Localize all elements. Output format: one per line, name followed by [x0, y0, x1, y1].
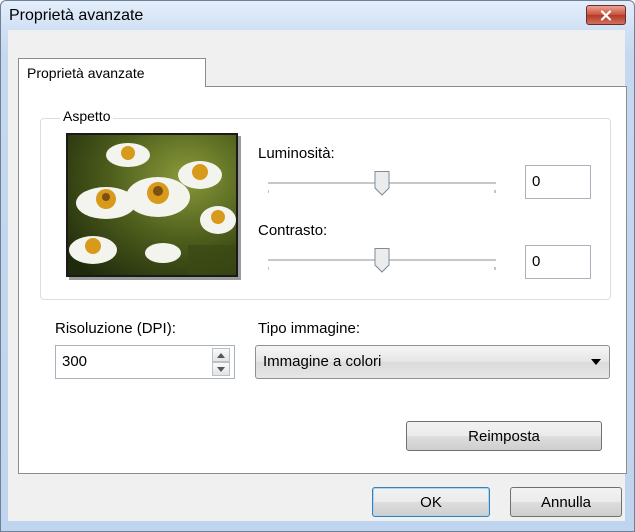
brightness-slider-thumb[interactable]: [374, 170, 390, 196]
resolution-spin-up-button[interactable]: [212, 348, 230, 362]
chevron-down-icon: [591, 359, 601, 365]
resolution-label: Risoluzione (DPI):: [55, 320, 176, 337]
arrow-up-icon: [217, 352, 225, 358]
contrast-slider-thumb[interactable]: [374, 247, 390, 273]
cancel-button[interactable]: Annulla: [510, 487, 622, 517]
tab-advanced-properties[interactable]: Proprietà avanzate: [18, 58, 206, 87]
tab-label: Proprietà avanzate: [27, 65, 145, 81]
contrast-value: 0: [532, 253, 541, 270]
resolution-spin-down-button[interactable]: [212, 362, 230, 376]
arrow-down-icon: [217, 366, 225, 372]
window-title: Proprietà avanzate: [9, 7, 144, 24]
appearance-group-label: Aspetto: [60, 108, 114, 124]
title-bar[interactable]: Proprietà avanzate: [1, 1, 634, 29]
brightness-label: Luminosità:: [258, 145, 335, 162]
resolution-value: 300: [62, 353, 88, 370]
brightness-value: 0: [532, 173, 541, 190]
close-icon: [600, 9, 612, 21]
resolution-input[interactable]: 300: [55, 345, 235, 379]
close-button[interactable]: [586, 5, 626, 25]
brightness-value-field[interactable]: 0: [525, 165, 591, 199]
image-type-selected: Immagine a colori: [263, 353, 382, 370]
cancel-button-label: Annulla: [540, 493, 592, 511]
reset-button[interactable]: Reimposta: [406, 421, 602, 451]
preview-image: [66, 133, 238, 277]
ok-button-label: OK: [420, 493, 442, 511]
ok-button[interactable]: OK: [372, 487, 490, 517]
image-type-select[interactable]: Immagine a colori: [255, 345, 610, 379]
reset-button-label: Reimposta: [468, 427, 540, 445]
contrast-label: Contrasto:: [258, 222, 328, 239]
contrast-value-field[interactable]: 0: [525, 245, 591, 279]
image-type-label: Tipo immagine:: [258, 320, 360, 337]
